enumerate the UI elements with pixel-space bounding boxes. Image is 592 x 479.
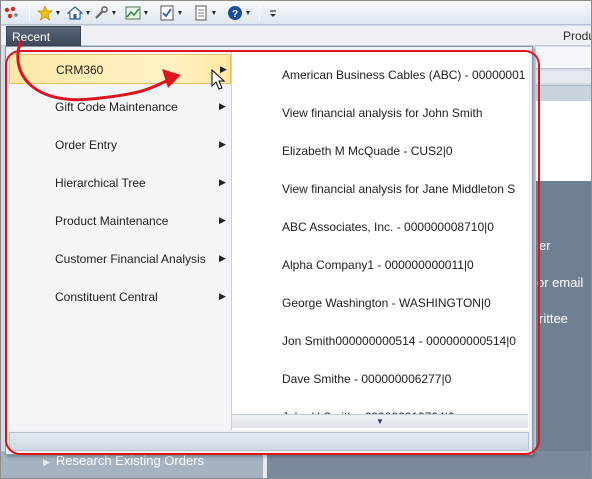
dropdown-arrow-icon[interactable]: ▼ bbox=[54, 10, 62, 17]
favorites-button[interactable]: ▼ bbox=[37, 4, 62, 22]
tools-icon bbox=[93, 5, 109, 21]
background-splitter bbox=[263, 451, 267, 478]
svg-text:?: ? bbox=[232, 9, 238, 20]
popup-footer-bar bbox=[9, 432, 529, 451]
recent-record-item[interactable]: Jon Smith000000000514 - 000000000514|0 bbox=[282, 334, 528, 372]
submenu-arrow-icon: ▶ bbox=[219, 215, 226, 225]
menu-item-customer-financial-analysis[interactable]: Customer Financial Analysis ▶ bbox=[9, 244, 231, 274]
menu-item-label: Hierarchical Tree bbox=[55, 176, 146, 190]
recent-record-item[interactable]: Alpha Company1 - 000000000011|0 bbox=[282, 258, 528, 296]
chevron-right-icon: ▶ bbox=[43, 457, 50, 467]
background-products-tab[interactable]: Produ bbox=[563, 29, 591, 43]
recent-items-category-menu: CRM360 ▶ Gift Code Maintenance ▶ Order E… bbox=[9, 50, 231, 430]
home-button[interactable]: ▼ bbox=[67, 4, 92, 22]
menu-item-label: CRM360 bbox=[56, 63, 104, 77]
document-button[interactable]: ▼ bbox=[193, 4, 218, 22]
background-task-text[interactable]: rittee bbox=[539, 311, 568, 326]
background-task-text[interactable]: er bbox=[539, 238, 551, 253]
checklist-icon bbox=[159, 5, 175, 21]
dropdown-arrow-icon[interactable]: ▼ bbox=[110, 10, 118, 17]
toolbar-separator bbox=[259, 5, 260, 21]
dropdown-arrow-icon[interactable]: ▼ bbox=[176, 10, 184, 17]
favorites-star-icon bbox=[37, 5, 53, 21]
dropdown-arrow-icon[interactable]: ▼ bbox=[210, 10, 218, 17]
menu-item-hierarchical-tree[interactable]: Hierarchical Tree ▶ bbox=[9, 168, 231, 198]
menu-item-order-entry[interactable]: Order Entry ▶ bbox=[9, 130, 231, 160]
recent-items-popup: CRM360 ▶ Gift Code Maintenance ▶ Order E… bbox=[5, 46, 533, 455]
scroll-down-arrow-icon: ▼ bbox=[376, 417, 384, 426]
submenu-arrow-icon: ▶ bbox=[219, 101, 226, 111]
recent-record-item[interactable]: American Business Cables (ABC) - 0000000… bbox=[282, 68, 528, 106]
menu-item-label: Constituent Central bbox=[55, 290, 158, 304]
menu-item-gift-code-maintenance[interactable]: Gift Code Maintenance ▶ bbox=[9, 92, 231, 122]
recent-record-item[interactable]: View financial analysis for John Smith bbox=[282, 106, 528, 144]
dropdown-arrow-icon[interactable]: ▼ bbox=[244, 10, 252, 17]
recent-record-item[interactable]: ABC Associates, Inc. - 000000008710|0 bbox=[282, 220, 528, 258]
quick-access-toolbar: ▼ ▼ ▼ ▼ ▼ ▼ ? ▼ bbox=[1, 1, 591, 25]
recent-record-item[interactable]: View financial analysis for Jane Middlet… bbox=[282, 182, 528, 220]
help-icon: ? bbox=[227, 5, 243, 21]
help-button[interactable]: ? ▼ bbox=[227, 4, 252, 22]
research-existing-orders-link[interactable]: ▶ Research Existing Orders bbox=[43, 453, 204, 468]
recent-record-item[interactable]: George Washington - WASHINGTON|0 bbox=[282, 296, 528, 334]
background-ribbon-strip bbox=[536, 71, 591, 83]
menu-item-product-maintenance[interactable]: Product Maintenance ▶ bbox=[9, 206, 231, 236]
app-menu-button[interactable] bbox=[3, 4, 19, 22]
submenu-arrow-icon: ▶ bbox=[219, 291, 226, 301]
menu-item-crm360[interactable]: CRM360 ▶ bbox=[9, 54, 231, 84]
toolbar-separator bbox=[29, 5, 30, 21]
background-ribbon-strip bbox=[536, 85, 591, 101]
app-menu-icon bbox=[3, 5, 19, 21]
submenu-arrow-icon: ▶ bbox=[219, 139, 226, 149]
home-icon bbox=[67, 5, 83, 21]
chart-button[interactable]: ▼ bbox=[125, 4, 150, 22]
menu-item-label: Gift Code Maintenance bbox=[55, 100, 178, 114]
submenu-arrow-icon: ▶ bbox=[219, 253, 226, 263]
scroll-down-button[interactable]: ▼ bbox=[232, 414, 528, 428]
customize-toolbar-button[interactable] bbox=[265, 4, 281, 22]
background-ribbon-strip bbox=[536, 47, 591, 69]
menu-item-constituent-central[interactable]: Constituent Central ▶ bbox=[9, 282, 231, 312]
recent-items-tab[interactable]: Recent Items bbox=[6, 26, 81, 58]
dropdown-arrow-icon[interactable]: ▼ bbox=[84, 10, 92, 17]
screenshot-frame: Produ er or email rittee ▶ Research Exist… bbox=[0, 0, 592, 479]
recent-record-item[interactable]: Elizabeth M McQuade - CUS2|0 bbox=[282, 144, 528, 182]
customize-toolbar-icon bbox=[265, 5, 281, 21]
dropdown-arrow-icon[interactable]: ▼ bbox=[142, 10, 150, 17]
recent-record-item[interactable]: Dave Smithe - 000000006277|0 bbox=[282, 372, 528, 410]
menu-item-label: Customer Financial Analysis bbox=[55, 252, 206, 266]
checklist-button[interactable]: ▼ bbox=[159, 4, 184, 22]
mouse-cursor-icon bbox=[211, 69, 226, 90]
submenu-arrow-icon: ▶ bbox=[219, 177, 226, 187]
research-existing-orders-label: Research Existing Orders bbox=[55, 453, 205, 468]
background-white-panel bbox=[536, 101, 591, 181]
tools-button[interactable]: ▼ bbox=[93, 4, 118, 22]
menu-item-label: Product Maintenance bbox=[55, 214, 169, 228]
document-icon bbox=[193, 5, 209, 21]
menu-item-label: Order Entry bbox=[55, 138, 118, 152]
crm360-recent-records-list: American Business Cables (ABC) - 0000000… bbox=[231, 50, 529, 430]
chart-icon bbox=[125, 5, 141, 21]
background-task-text[interactable]: or email bbox=[537, 275, 583, 290]
background-ribbon bbox=[1, 26, 591, 46]
